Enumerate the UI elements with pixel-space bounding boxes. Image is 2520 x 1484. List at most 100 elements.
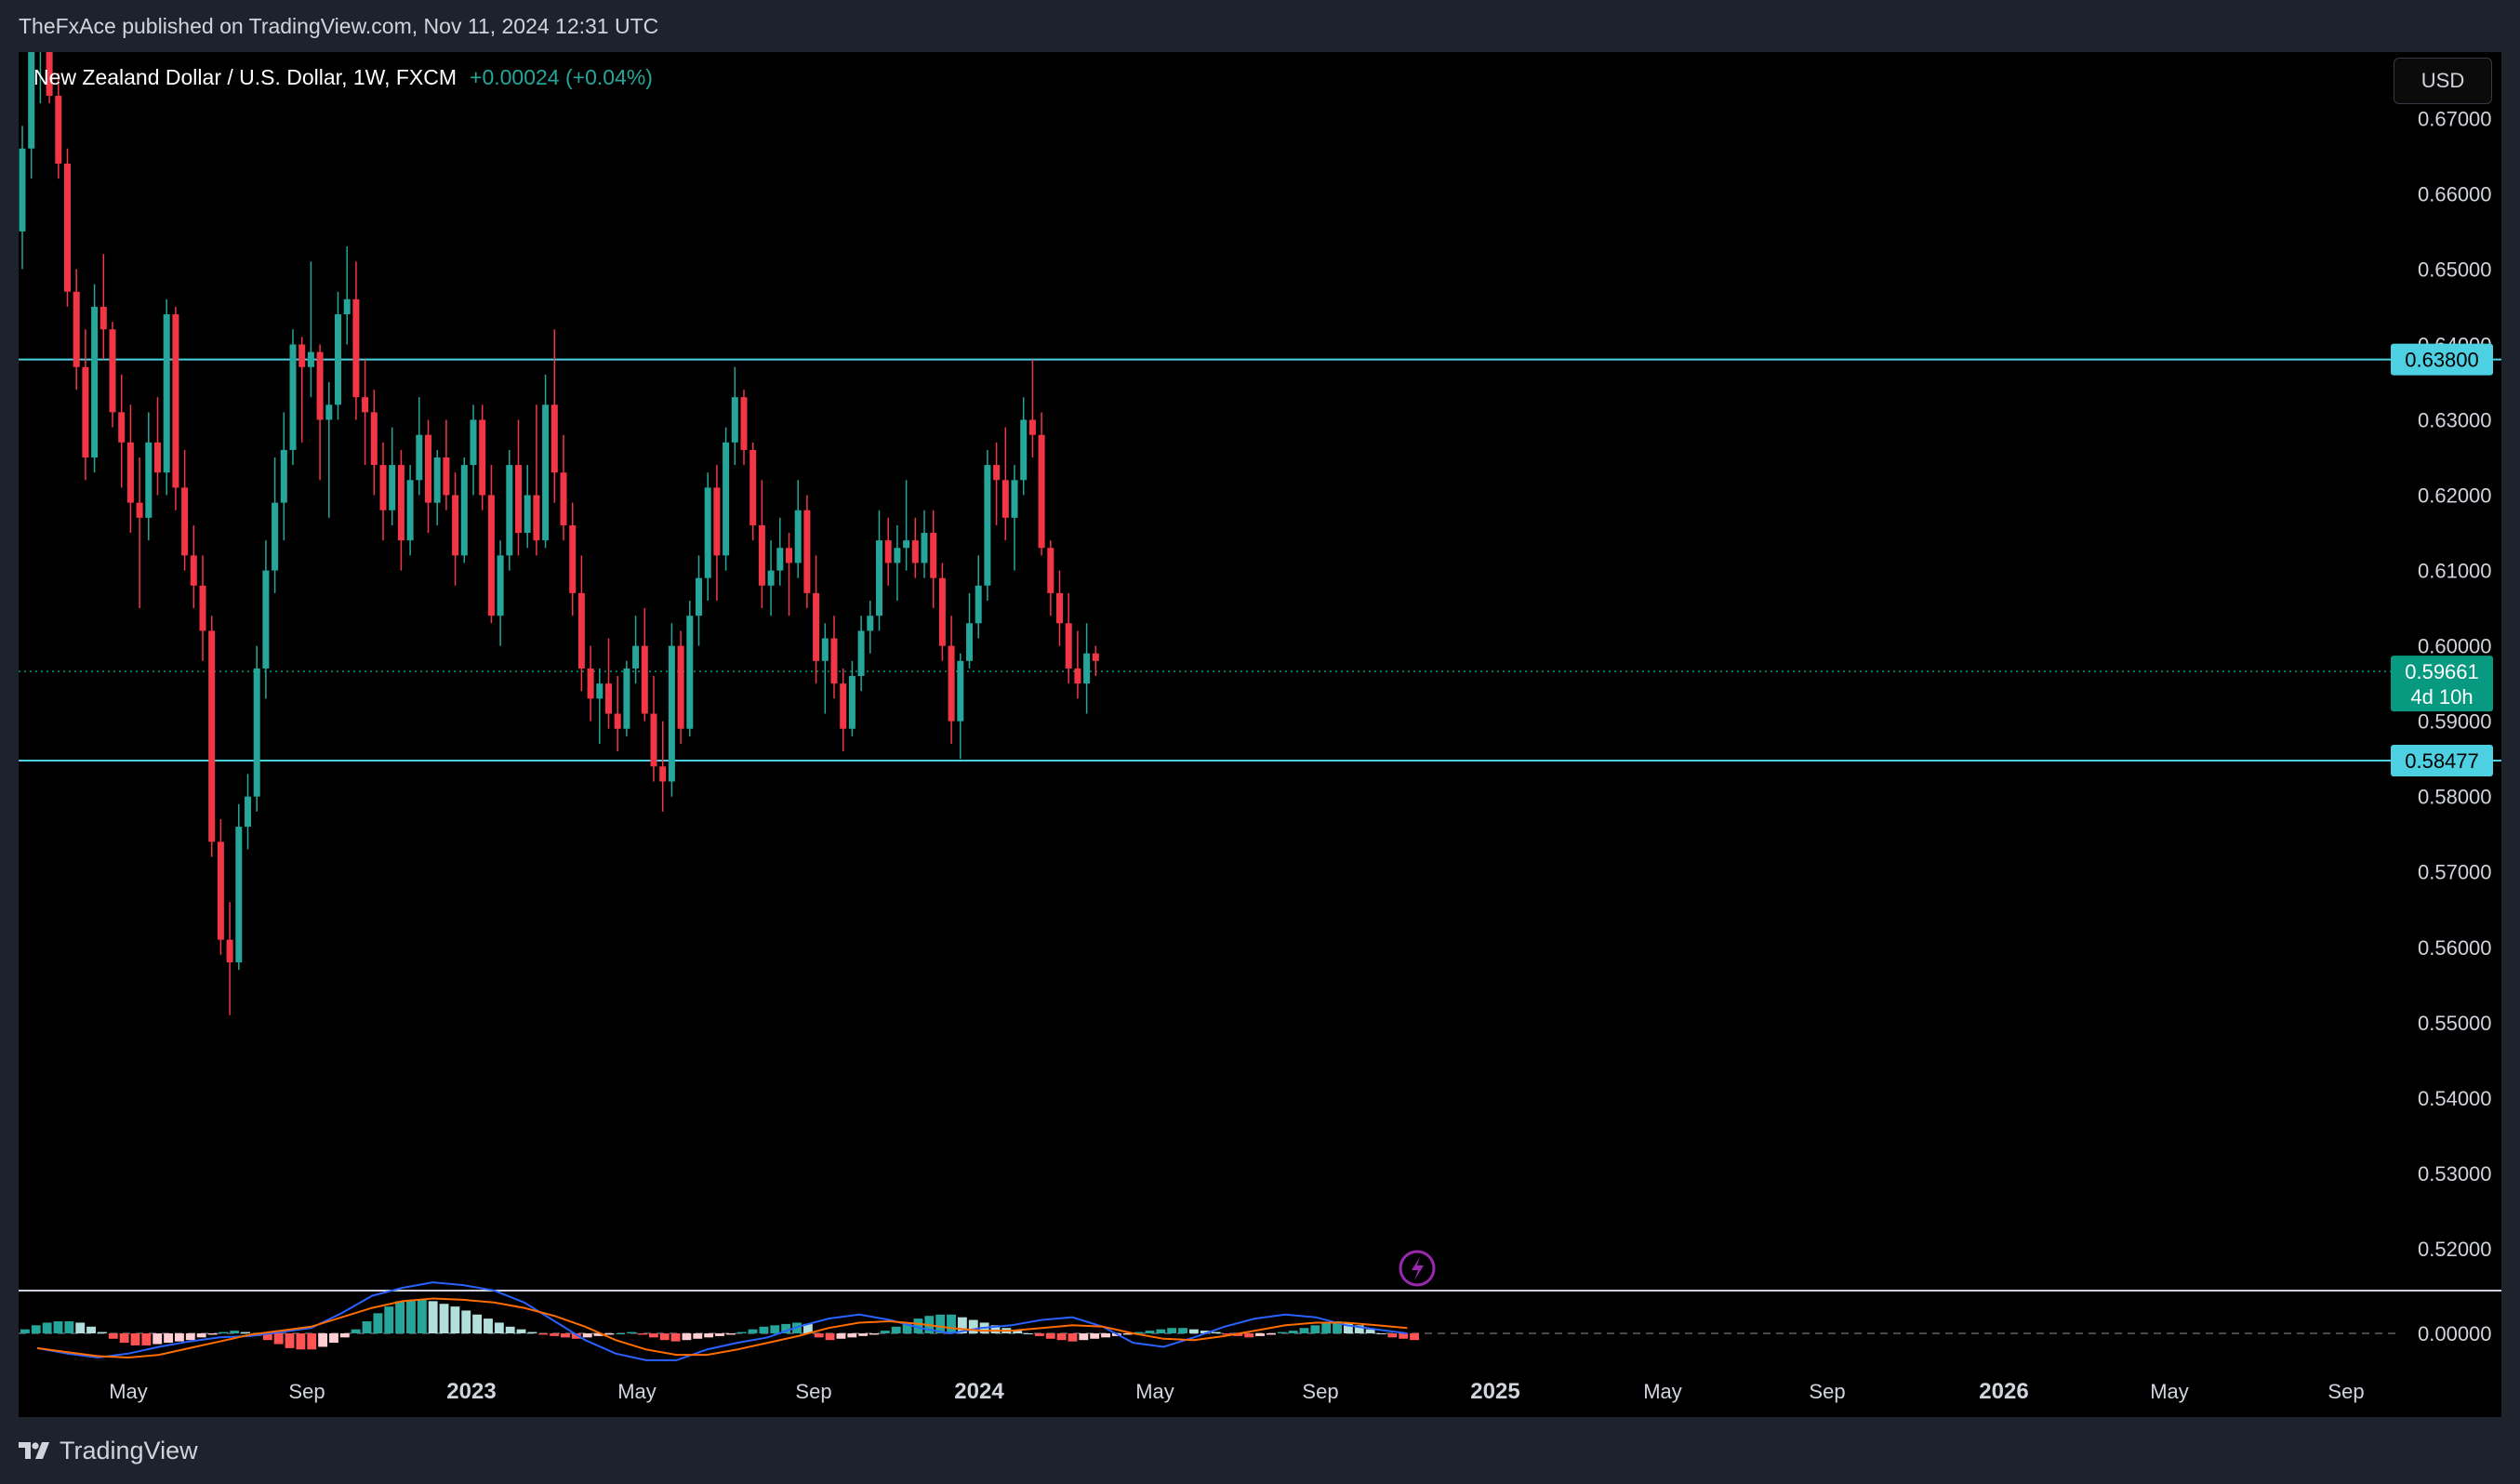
candle-body	[876, 540, 882, 616]
candle	[497, 540, 504, 646]
candle	[560, 434, 567, 541]
candle	[966, 592, 973, 669]
publish-info: TheFxAce published on TradingView.com, N…	[19, 13, 659, 38]
macd-histogram-bar	[715, 1333, 724, 1336]
candle	[425, 419, 431, 534]
macd-histogram-bar	[1266, 1333, 1276, 1335]
macd-histogram-bar	[31, 1325, 41, 1333]
candle-body	[460, 465, 468, 556]
candle-body	[740, 397, 748, 450]
candle-body	[993, 465, 1001, 481]
candle-body	[1001, 480, 1009, 518]
candle-body	[272, 502, 279, 571]
macd-histogram-bar	[1024, 1333, 1033, 1334]
candle-body	[280, 449, 287, 503]
macd-histogram-bar	[538, 1333, 549, 1335]
candle-body	[713, 487, 721, 556]
candle-body	[181, 487, 189, 556]
candle	[668, 623, 675, 797]
macd-histogram-bar	[638, 1333, 647, 1335]
candle	[848, 660, 855, 736]
currency-button[interactable]: USD	[2394, 58, 2492, 104]
candle	[984, 449, 991, 601]
macd-histogram-bar	[42, 1322, 52, 1333]
macd-histogram-bar	[1079, 1333, 1089, 1341]
candle	[767, 540, 775, 616]
candle	[641, 608, 648, 722]
candle	[280, 412, 287, 541]
symbol-change: +0.00024 (+0.04%)	[470, 65, 653, 89]
macd-histogram-bar	[1310, 1325, 1320, 1333]
candle-body	[1074, 668, 1081, 684]
macd-histogram-bar	[108, 1333, 118, 1339]
candle	[1092, 645, 1099, 677]
candle	[289, 329, 297, 466]
candle	[515, 419, 522, 556]
candle	[397, 449, 405, 571]
candle-body	[389, 465, 396, 510]
brand[interactable]: TradingView	[19, 1437, 198, 1465]
candle-body	[487, 495, 495, 616]
candle-body	[587, 668, 594, 699]
candle-body	[190, 555, 197, 586]
chart-panel[interactable]: 0.00000 0.670000.660000.650000.640000.63…	[19, 52, 2501, 1417]
macd-histogram-bar	[561, 1333, 570, 1338]
candle	[352, 261, 360, 420]
candle-body	[1038, 434, 1045, 549]
macd-histogram-bar	[1090, 1333, 1100, 1339]
candle-body	[930, 533, 937, 578]
lightning-icon[interactable]	[1399, 1250, 1436, 1287]
y-tick-label: 0.60000	[2418, 635, 2492, 658]
macd-histogram-bar	[693, 1333, 703, 1339]
candle	[704, 472, 711, 601]
macd-histogram-bar	[527, 1332, 537, 1333]
candle-body	[506, 465, 513, 556]
candle	[1020, 397, 1028, 496]
x-tick-label: May	[617, 1380, 657, 1403]
candle-body	[82, 366, 89, 458]
candle	[1001, 427, 1009, 541]
level-price-label: 0.63800	[2405, 349, 2479, 372]
macd-histogram-bar	[725, 1333, 736, 1335]
candle	[830, 616, 838, 699]
macd-histogram-bar	[285, 1333, 295, 1348]
candle-body	[524, 495, 531, 534]
macd-histogram-bar	[1145, 1331, 1155, 1333]
candle	[506, 449, 513, 571]
candle	[749, 442, 757, 541]
candle-body	[1020, 419, 1028, 481]
macd-histogram-bar	[1299, 1328, 1309, 1333]
macd-histogram-bar	[461, 1310, 471, 1333]
candle	[569, 502, 577, 616]
macd-histogram-bar	[670, 1333, 681, 1342]
y-tick-label: 0.63000	[2418, 408, 2492, 431]
candle	[948, 616, 955, 744]
candle	[199, 555, 206, 661]
candle-body	[118, 412, 126, 443]
chart-canvas[interactable]: 0.00000 0.670000.660000.650000.640000.63…	[19, 52, 2501, 1417]
candle-body	[64, 163, 71, 292]
y-tick-label: 0.61000	[2418, 560, 2492, 583]
macd-histogram-bar	[119, 1333, 129, 1344]
macd-histogram-bar	[472, 1314, 483, 1333]
candle-body	[911, 540, 919, 563]
symbol-legend[interactable]: New Zealand Dollar / U.S. Dollar, 1W, FX…	[33, 65, 653, 90]
candle	[154, 397, 161, 496]
candle	[362, 359, 369, 466]
candle-body	[55, 96, 62, 164]
candle	[587, 645, 594, 722]
x-tick-label: Sep	[288, 1380, 325, 1403]
macd-histogram-bar	[1255, 1333, 1265, 1336]
x-tick-label: 2023	[446, 1379, 496, 1404]
candle-body	[696, 577, 702, 616]
macd-histogram-bar	[1034, 1333, 1044, 1336]
candle	[245, 774, 251, 850]
candle-body	[767, 570, 775, 586]
candle-body	[262, 570, 270, 669]
candle	[1028, 359, 1036, 458]
macd-histogram-bar	[75, 1322, 86, 1333]
candle-body	[245, 796, 251, 828]
candle-body	[614, 713, 621, 729]
candle	[389, 427, 396, 525]
candle-body	[803, 510, 811, 593]
